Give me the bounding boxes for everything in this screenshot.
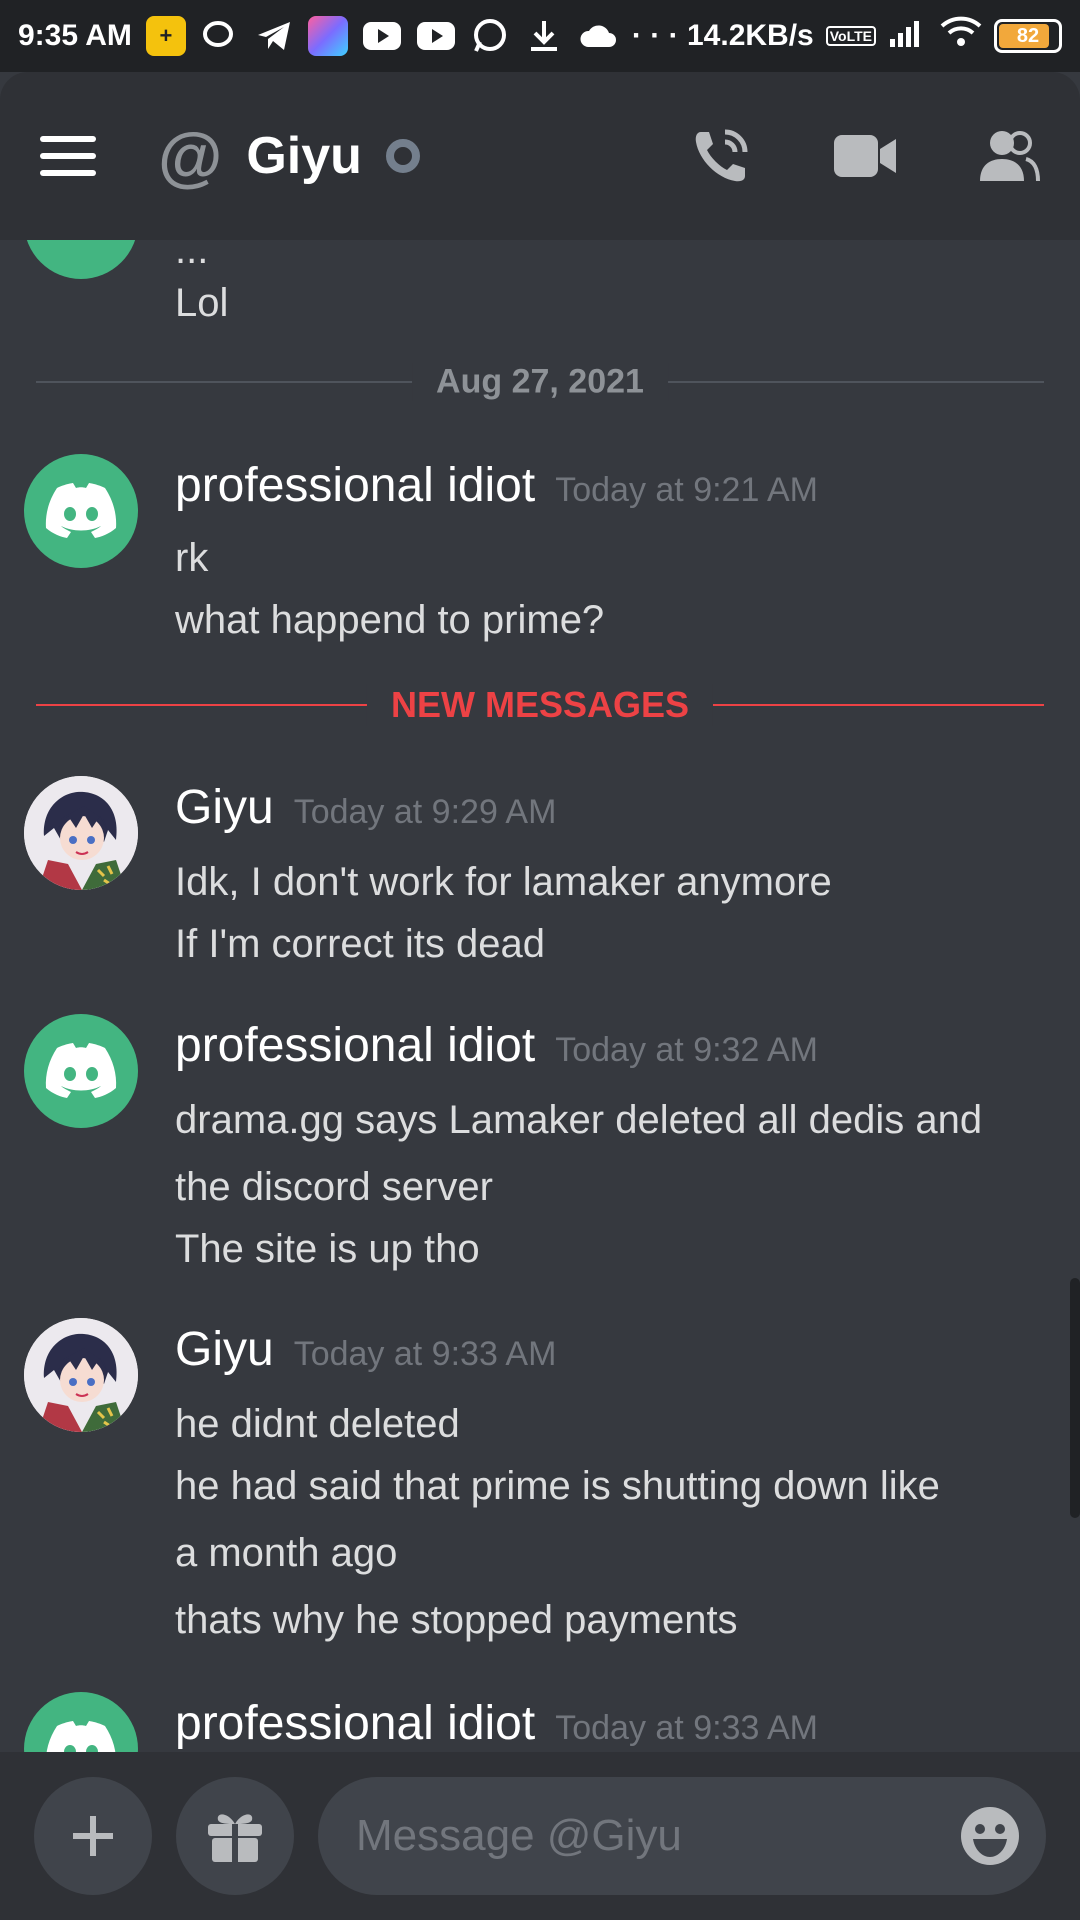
battery-level: 82 [1016,24,1040,47]
giyu-avatar-image [24,1318,138,1432]
message-list[interactable]: ... Lol Aug 27, 2021 professional idiot … [0,240,1080,1824]
channel-title[interactable]: Giyu [246,126,362,186]
message-line: ... [175,240,209,272]
message-line: If I'm correct its dead [175,922,545,966]
message-line: thats why he stopped payments [175,1598,738,1642]
whatsapp-icon [470,16,510,56]
message-header: professional idiot Today at 9:21 AM [175,458,818,513]
message-line: rk [175,536,209,580]
message-timestamp: Today at 9:29 AM [293,793,557,831]
emoji-icon[interactable] [958,1804,1022,1868]
message-line: drama.gg says Lamaker deleted all dedis … [175,1098,983,1142]
wifi-icon [940,16,982,56]
message-line: what happend to prime? [175,598,605,642]
message-input[interactable] [354,1810,958,1862]
status-offline-icon [385,139,420,173]
telegram-icon [254,16,294,56]
avatar-discord[interactable] [24,454,138,568]
battery-saver-icon: + [145,16,186,56]
overflow-dots: · · · [631,19,679,52]
avatar-giyu[interactable] [24,776,138,890]
net-speed: 14.2KB/s [686,19,814,52]
members-icon[interactable] [978,125,1040,187]
message-timestamp: Today at 9:21 AM [555,471,818,509]
youtube-icon-2 [416,16,456,56]
message-timestamp: Today at 9:32 AM [555,1031,818,1069]
gift-icon [208,1814,262,1862]
message-header: professional idiot Today at 9:33 AM [175,1696,818,1751]
gift-button[interactable] [176,1777,294,1895]
video-icon[interactable] [834,125,896,187]
menu-icon[interactable] [40,136,96,176]
signal-icon [888,17,928,55]
author-name[interactable]: Giyu [175,1322,274,1377]
avatar-discord[interactable] [24,240,138,279]
message-line: he didnt deleted [175,1402,460,1446]
message-line: a month ago [175,1531,398,1575]
message-line: The site is up tho [175,1227,480,1271]
chat-bubble-icon [200,16,240,56]
discord-logo-icon [45,483,117,538]
author-name[interactable]: professional idiot [175,1696,535,1751]
author-name[interactable]: professional idiot [175,458,535,513]
message-line: Lol [175,281,229,325]
status-bar: 9:35 AM + · · · 14.2KB/s VoLTE 82 [0,0,1080,72]
photos-icon [307,16,348,56]
avatar-giyu[interactable] [24,1318,138,1432]
composer-bar [0,1752,1080,1920]
call-icon[interactable] [690,125,752,187]
add-attachment-button[interactable] [34,1777,152,1895]
author-name[interactable]: professional idiot [175,1018,535,1073]
plus-icon [73,1816,113,1856]
message-line: Idk, I don't work for lamaker anymore [175,860,832,904]
avatar-discord[interactable] [24,1014,138,1128]
new-messages-label: NEW MESSAGES [366,684,714,726]
author-name[interactable]: Giyu [175,780,274,835]
message-header: Giyu Today at 9:29 AM [175,780,556,835]
message-timestamp: Today at 9:33 AM [293,1335,557,1373]
cloud-icon [578,16,618,56]
discord-logo-icon [45,1043,117,1098]
battery-icon: 82 [994,19,1062,53]
message-line: the discord server [175,1165,493,1209]
scrollbar[interactable] [1070,1278,1080,1518]
download-icon [524,16,564,56]
app: @ Giyu ... Lol Aug 27, 2021 professional… [0,72,1080,1920]
message-line: he had said that prime is shutting down … [175,1464,940,1508]
message-timestamp: Today at 9:33 AM [555,1709,818,1747]
message-header: Giyu Today at 9:33 AM [175,1322,556,1377]
message-input-wrapper[interactable] [318,1777,1046,1895]
volte-icon: VoLTE [825,26,876,46]
giyu-avatar-image [24,776,138,890]
at-icon: @ [158,119,223,193]
youtube-icon [362,16,402,56]
message-header: professional idiot Today at 9:32 AM [175,1018,818,1073]
channel-header: @ Giyu [0,72,1080,240]
status-time: 9:35 AM [18,19,132,52]
date-divider-label: Aug 27, 2021 [412,362,668,402]
